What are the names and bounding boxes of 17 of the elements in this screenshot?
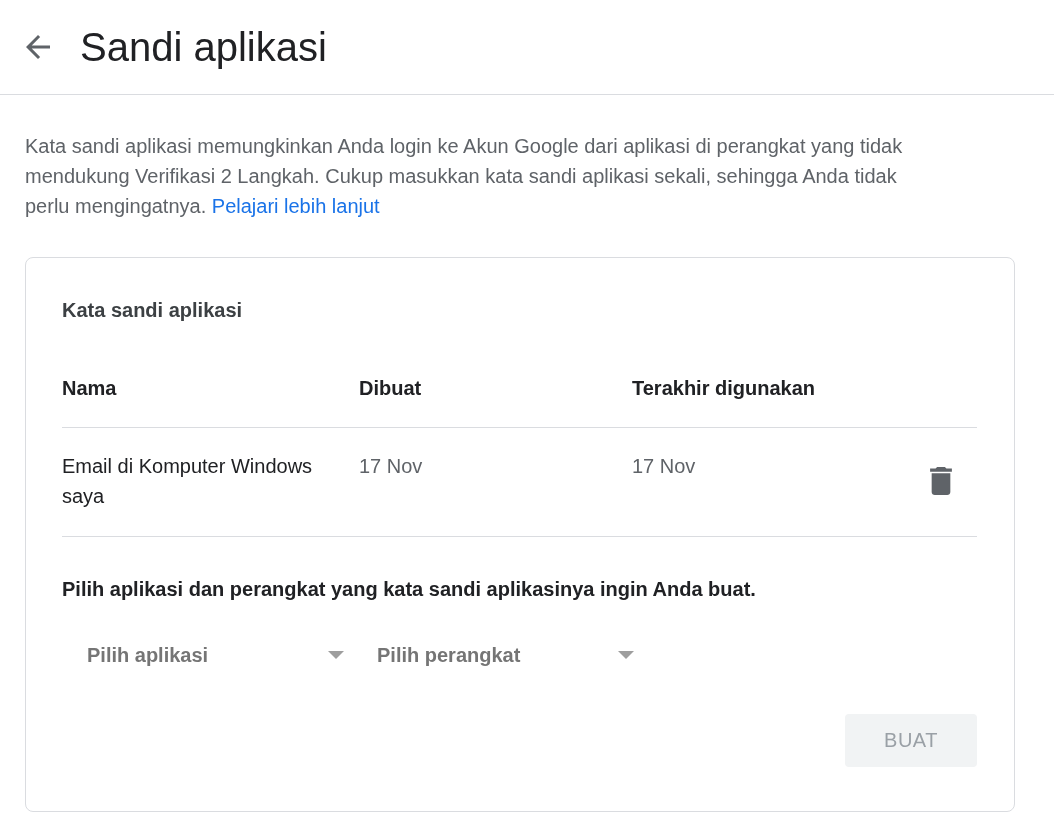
column-header: Nama bbox=[62, 376, 118, 401]
back-icon[interactable] bbox=[26, 35, 50, 59]
table-cell-text: 17 Nov bbox=[632, 454, 697, 479]
column-header: Terakhir digunakan bbox=[632, 376, 816, 401]
intro-text: Kata sandi aplikasi memungkinkan Anda login ke Akun Google dari aplikasi di perangkat yang tidak mendukung Verifikasi 2 Langkah. Cukup masukkan kata sandi aplikasi sekali, sehingga Anda tidak perlu mengingatnya. Pelajari lebih lanjut bbox=[25, 134, 904, 219]
learn-more-link[interactable]: Pelajari lebih lanjut bbox=[211, 195, 380, 217]
card-title: Kata sandi aplikasi bbox=[62, 298, 244, 323]
page-title: Sandi aplikasi bbox=[80, 24, 327, 71]
table-cell-text: 17 Nov bbox=[359, 454, 424, 479]
delete-icon[interactable] bbox=[930, 467, 952, 495]
column-header: Dibuat bbox=[359, 376, 423, 401]
select-dropdown[interactable]: Pilih perangkat bbox=[352, 627, 642, 683]
instruction-text: Pilih aplikasi dan perangkat yang kata sandi aplikasinya ingin Anda buat. bbox=[62, 577, 757, 602]
caret-icon bbox=[618, 651, 634, 659]
select-dropdown[interactable]: Pilih aplikasi bbox=[62, 627, 352, 683]
caret-icon bbox=[328, 651, 344, 659]
table-cell-text: Email di Komputer Windows saya bbox=[62, 454, 314, 509]
